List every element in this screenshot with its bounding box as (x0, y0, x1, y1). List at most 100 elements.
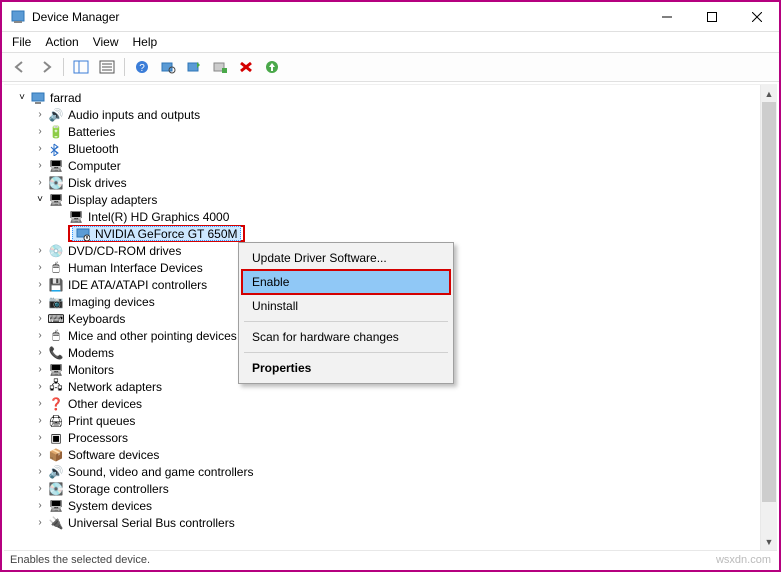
expand-icon[interactable]: › (34, 245, 46, 257)
svg-text:?: ? (139, 63, 145, 74)
close-button[interactable] (734, 2, 779, 32)
tree-item-intel-gpu[interactable]: ›🖥Intel(R) HD Graphics 4000 (12, 208, 777, 225)
tree-root[interactable]: ˅ farrad (12, 89, 777, 106)
expand-icon[interactable]: › (34, 466, 46, 478)
expand-icon[interactable]: › (34, 160, 46, 172)
menu-file[interactable]: File (12, 35, 31, 49)
tree-item[interactable]: ›Bluetooth (12, 140, 777, 157)
tree-item[interactable]: ›🔊Sound, video and game controllers (12, 463, 777, 480)
enable-device-button[interactable] (208, 56, 232, 78)
collapse-icon[interactable]: ˅ (34, 194, 46, 206)
expand-icon[interactable]: › (34, 126, 46, 138)
scroll-up-button[interactable]: ▲ (761, 85, 777, 102)
expand-icon[interactable]: › (34, 109, 46, 121)
storage-icon: 💽 (48, 481, 64, 497)
system-icon: 🖥 (48, 498, 64, 514)
computer-icon: 🖥 (48, 158, 64, 174)
expand-icon[interactable]: › (34, 296, 46, 308)
ctx-update-driver[interactable]: Update Driver Software... (242, 246, 450, 270)
tree-item[interactable]: ›🖥System devices (12, 497, 777, 514)
display-adapter-icon: 🖥 (48, 192, 64, 208)
context-menu: Update Driver Software... Enable Uninsta… (238, 242, 454, 384)
expand-icon[interactable]: › (34, 364, 46, 376)
title-bar: Device Manager (2, 2, 779, 32)
hid-icon: 🖱 (48, 260, 64, 276)
tree-item[interactable]: ›🔌Universal Serial Bus controllers (12, 514, 777, 531)
forward-button[interactable] (34, 56, 58, 78)
ide-icon: 💾 (48, 277, 64, 293)
vertical-scrollbar[interactable]: ▲ ▼ (760, 85, 777, 550)
window-title: Device Manager (32, 10, 119, 24)
ctx-separator (244, 321, 448, 322)
add-device-button[interactable] (260, 56, 284, 78)
menu-bar: File Action View Help (2, 32, 779, 52)
tree-item[interactable]: ›💽Disk drives (12, 174, 777, 191)
expand-icon[interactable]: › (34, 330, 46, 342)
collapse-icon[interactable]: ˅ (16, 92, 28, 104)
menu-help[interactable]: Help (133, 35, 158, 49)
tree-item-nvidia-gpu[interactable]: › NVIDIA GeForce GT 650M (12, 225, 777, 242)
maximize-button[interactable] (689, 2, 734, 32)
back-button[interactable] (8, 56, 32, 78)
expand-icon[interactable]: › (34, 398, 46, 410)
printer-icon: 🖨 (48, 413, 64, 429)
tree-item-display-adapters[interactable]: ˅🖥Display adapters (12, 191, 777, 208)
expand-icon[interactable]: › (34, 415, 46, 427)
software-icon: 📦 (48, 447, 64, 463)
disk-icon: 💽 (48, 175, 64, 191)
expand-icon[interactable]: › (34, 381, 46, 393)
expand-icon[interactable]: › (34, 143, 46, 155)
tree-item[interactable]: ›🖨Print queues (12, 412, 777, 429)
audio-icon: 🔊 (48, 107, 64, 123)
cdrom-icon: 💿 (48, 243, 64, 259)
properties-button[interactable] (95, 56, 119, 78)
modem-icon: 📞 (48, 345, 64, 361)
usb-icon: 🔌 (48, 515, 64, 531)
update-driver-button[interactable] (182, 56, 206, 78)
expand-icon[interactable]: › (34, 432, 46, 444)
battery-icon: 🔋 (48, 124, 64, 140)
expand-icon[interactable]: › (34, 279, 46, 291)
scroll-thumb[interactable] (762, 102, 776, 502)
scan-hardware-button[interactable] (156, 56, 180, 78)
expand-icon[interactable]: › (34, 262, 46, 274)
ctx-scan-hardware[interactable]: Scan for hardware changes (242, 325, 450, 349)
uninstall-button[interactable] (234, 56, 258, 78)
sound-icon: 🔊 (48, 464, 64, 480)
imaging-icon: 📷 (48, 294, 64, 310)
watermark: wsxdn.com (716, 554, 771, 566)
ctx-properties[interactable]: Properties (242, 356, 450, 380)
status-text: Enables the selected device. (10, 554, 150, 566)
expand-icon[interactable]: › (34, 177, 46, 189)
help-button[interactable]: ? (130, 56, 154, 78)
status-bar: Enables the selected device. wsxdn.com (4, 550, 777, 568)
show-hide-console-tree-button[interactable] (69, 56, 93, 78)
scroll-down-button[interactable]: ▼ (761, 533, 777, 550)
expand-icon[interactable]: › (34, 517, 46, 529)
tree-item[interactable]: ›▣Processors (12, 429, 777, 446)
tree-item[interactable]: ›🔋Batteries (12, 123, 777, 140)
menu-action[interactable]: Action (45, 35, 78, 49)
expand-icon[interactable]: › (34, 449, 46, 461)
tree-item[interactable]: ›❓Other devices (12, 395, 777, 412)
ctx-uninstall[interactable]: Uninstall (242, 294, 450, 318)
minimize-button[interactable] (644, 2, 689, 32)
tree-item[interactable]: ›💽Storage controllers (12, 480, 777, 497)
computer-icon (30, 90, 46, 106)
toolbar: ? (2, 52, 779, 82)
tree-item[interactable]: ›📦Software devices (12, 446, 777, 463)
bluetooth-icon (48, 141, 64, 157)
selected-highlight: NVIDIA GeForce GT 650M (68, 225, 245, 242)
keyboard-icon: ⌨ (48, 311, 64, 327)
ctx-enable[interactable]: Enable (242, 270, 450, 294)
display-adapter-disabled-icon (75, 226, 91, 242)
tree-item[interactable]: ›🔊Audio inputs and outputs (12, 106, 777, 123)
processor-icon: ▣ (48, 430, 64, 446)
menu-view[interactable]: View (93, 35, 119, 49)
expand-icon[interactable]: › (34, 313, 46, 325)
tree-item[interactable]: ›🖥Computer (12, 157, 777, 174)
ctx-separator (244, 352, 448, 353)
expand-icon[interactable]: › (34, 483, 46, 495)
expand-icon[interactable]: › (34, 347, 46, 359)
expand-icon[interactable]: › (34, 500, 46, 512)
